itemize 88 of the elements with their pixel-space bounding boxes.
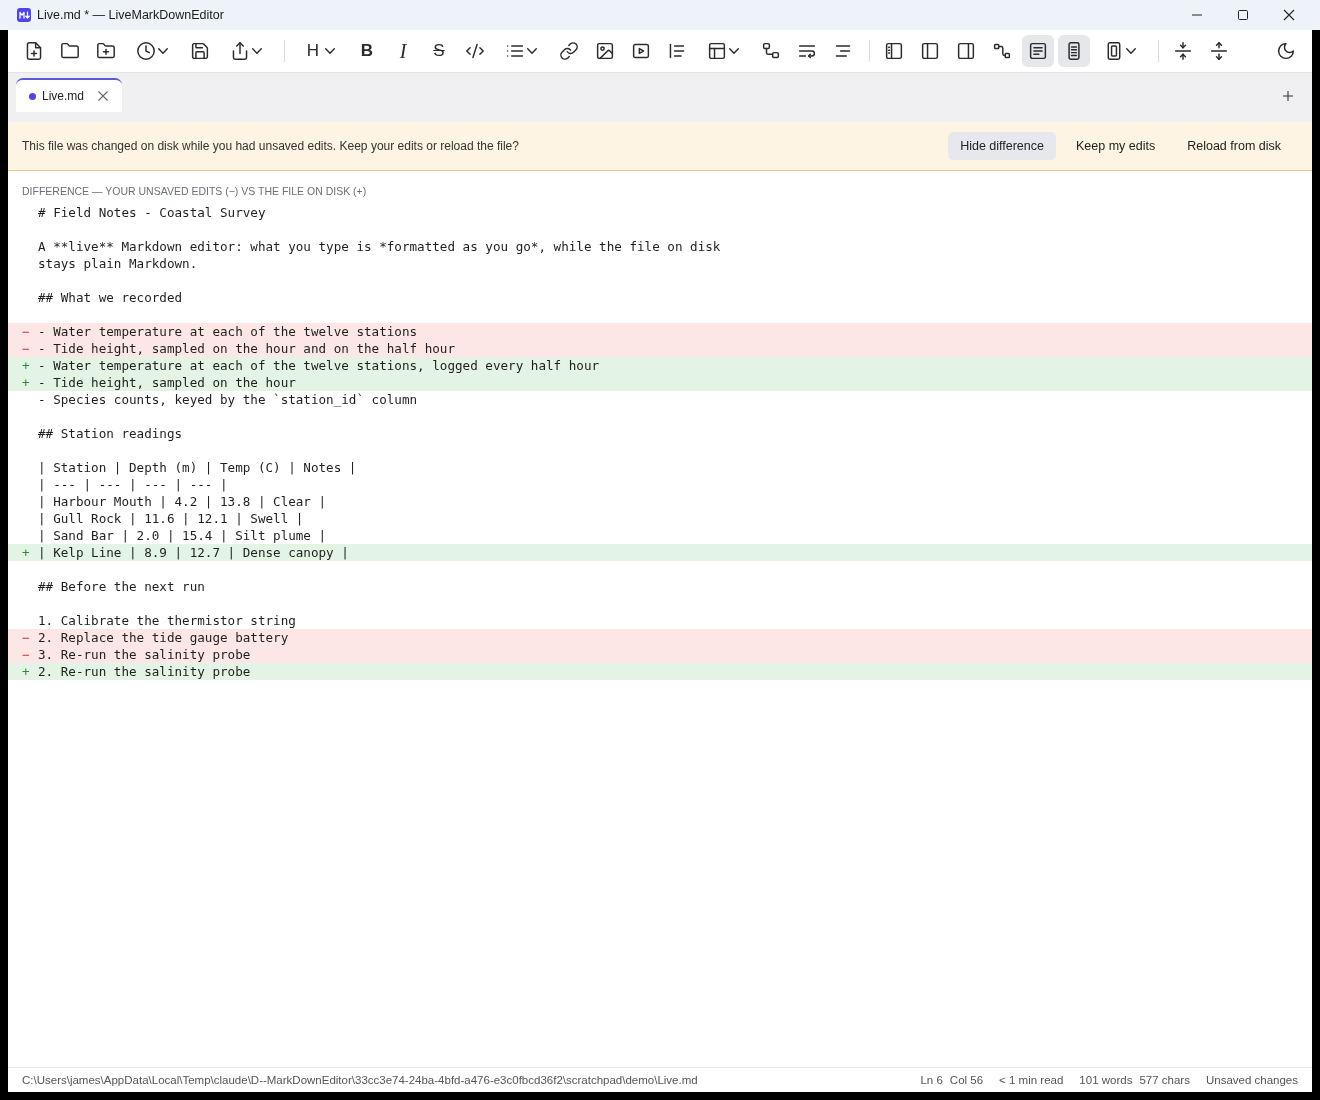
connector-icon <box>993 42 1011 60</box>
moon-icon <box>1277 42 1295 60</box>
caret-icon <box>252 48 262 54</box>
word-count: 101 words <box>1079 1074 1133 1086</box>
table-icon <box>708 42 726 60</box>
diff-marker: − <box>22 340 30 357</box>
diff-marker: + <box>22 544 30 561</box>
char-count: 577 chars <box>1139 1074 1190 1086</box>
code-line: # Field Notes - Coastal Survey <box>38 204 266 221</box>
code-line: ## Station readings <box>38 425 183 442</box>
diff-marker: + <box>22 374 30 391</box>
code-line: stays plain Markdown. <box>38 255 198 272</box>
code-line: - Tide height, sampled on the hour and on the half hour <box>38 340 455 357</box>
reading-time: < 1 min read <box>999 1074 1064 1086</box>
caret-icon <box>158 48 168 54</box>
code-line: 1. Calibrate the thermistor string <box>38 612 296 629</box>
code-line: - Water temperature at each of the twelve stations <box>38 323 418 340</box>
code-line: | Harbour Mouth | 4.2 | 13.8 | Clear | <box>38 493 327 510</box>
code-line: | Gull Rock | 11.6 | 12.1 | Swell | <box>38 510 304 527</box>
text-lines-icon <box>834 42 852 60</box>
save-icon <box>191 42 209 60</box>
maximize-icon <box>1238 10 1248 20</box>
code-line: | --- | --- | --- | --- | <box>38 476 228 493</box>
banner-button[interactable]: Keep my edits <box>1064 132 1168 160</box>
caret-icon <box>729 48 739 54</box>
tab-close-button[interactable] <box>96 89 111 103</box>
code-line: 3. Re-run the salinity probe <box>38 646 251 663</box>
caret-icon <box>325 48 335 54</box>
app-logo-icon <box>17 8 31 22</box>
banner-message: This file was changed on disk while you had unsaved edits. Keep your edits or reload the file? <box>22 139 519 153</box>
diff-marker: − <box>22 323 30 340</box>
diff-marker: + <box>22 663 30 680</box>
quote-bar-icon <box>668 42 686 60</box>
heading-button[interactable]: H <box>293 35 347 67</box>
italic-button[interactable]: I <box>387 35 419 67</box>
banner-button[interactable]: Reload from disk <box>1175 132 1293 160</box>
collapse-vertical-icon <box>1174 42 1192 60</box>
file-tab[interactable]: Live.md <box>16 78 123 112</box>
banner-button[interactable]: Hide difference <box>948 132 1056 160</box>
wrap-text-icon <box>798 42 816 60</box>
new-tab-button[interactable] <box>1280 88 1296 104</box>
play-box-icon <box>632 42 650 60</box>
upload-icon <box>231 42 249 60</box>
caret-icon <box>1126 48 1136 54</box>
image-icon <box>596 42 614 60</box>
clock-icon <box>137 42 155 60</box>
panel-right-icon <box>957 42 975 60</box>
code-line: - Tide height, sampled on the hour <box>38 374 296 391</box>
code-line: | Station | Depth (m) | Temp (C) | Notes | <box>38 459 357 476</box>
code-line: A **live** Markdown editor: what you type is *formatted as you go*, while the file on disk <box>38 238 721 255</box>
link-icon <box>560 42 578 60</box>
diagram-icon <box>762 42 780 60</box>
file-plus-icon <box>25 42 43 60</box>
document-icon <box>1029 42 1047 60</box>
close-icon <box>1284 10 1294 20</box>
diff-marker: − <box>22 646 30 663</box>
strikethrough-button[interactable]: S <box>423 35 455 67</box>
code-icon <box>466 42 484 60</box>
folder-icon <box>61 42 79 60</box>
save-status: Unsaved changes <box>1205 1074 1298 1086</box>
code-line: 2. Replace the tide gauge battery <box>38 629 289 646</box>
sidebar-outline-icon <box>885 42 903 60</box>
code-line: 2. Re-run the salinity probe <box>38 663 251 680</box>
diff-marker: + <box>22 357 30 374</box>
panel-left-icon <box>921 42 939 60</box>
code-line: | Sand Bar | 2.0 | 15.4 | Silt plume | <box>38 527 327 544</box>
code-line: - Species counts, keyed by the `station_id` column <box>38 391 418 408</box>
folder-plus-icon <box>97 42 115 60</box>
diff-marker: − <box>22 629 30 646</box>
page-icon <box>1065 42 1083 60</box>
code-line: | Kelp Line | 8.9 | 12.7 | Dense canopy | <box>38 544 349 561</box>
file-path: C:\Users\james\AppData\Local\Temp\claude\D--MarkDownEditor\33cc3e74-24ba-4bfd-a476-e3c0fbcd36f2\scratchpad\demo\Live.md <box>22 1074 698 1086</box>
device-frame-icon <box>1105 42 1123 60</box>
expand-vertical-icon <box>1210 42 1228 60</box>
plus-icon <box>1283 91 1293 101</box>
code-line: ## Before the next run <box>38 578 205 595</box>
list-icon <box>506 42 524 60</box>
window-title: Live.md * — LiveMarkDownEditor <box>37 8 224 22</box>
document-view-button[interactable] <box>1022 35 1054 67</box>
code-line: - Water temperature at each of the twelve stations, logged every half hour <box>38 357 600 374</box>
cursor-line: Ln 6 <box>920 1074 943 1086</box>
bold-button[interactable]: B <box>351 35 383 67</box>
close-icon <box>98 91 109 101</box>
caret-icon <box>527 48 537 54</box>
cursor-column: Col 56 <box>949 1074 984 1086</box>
code-line: ## What we recorded <box>38 289 183 306</box>
diff-heading: DIFFERENCE — YOUR UNSAVED EDITS (−) VS THE FILE ON DISK (+) <box>22 184 368 198</box>
page-view-button[interactable] <box>1058 35 1090 67</box>
